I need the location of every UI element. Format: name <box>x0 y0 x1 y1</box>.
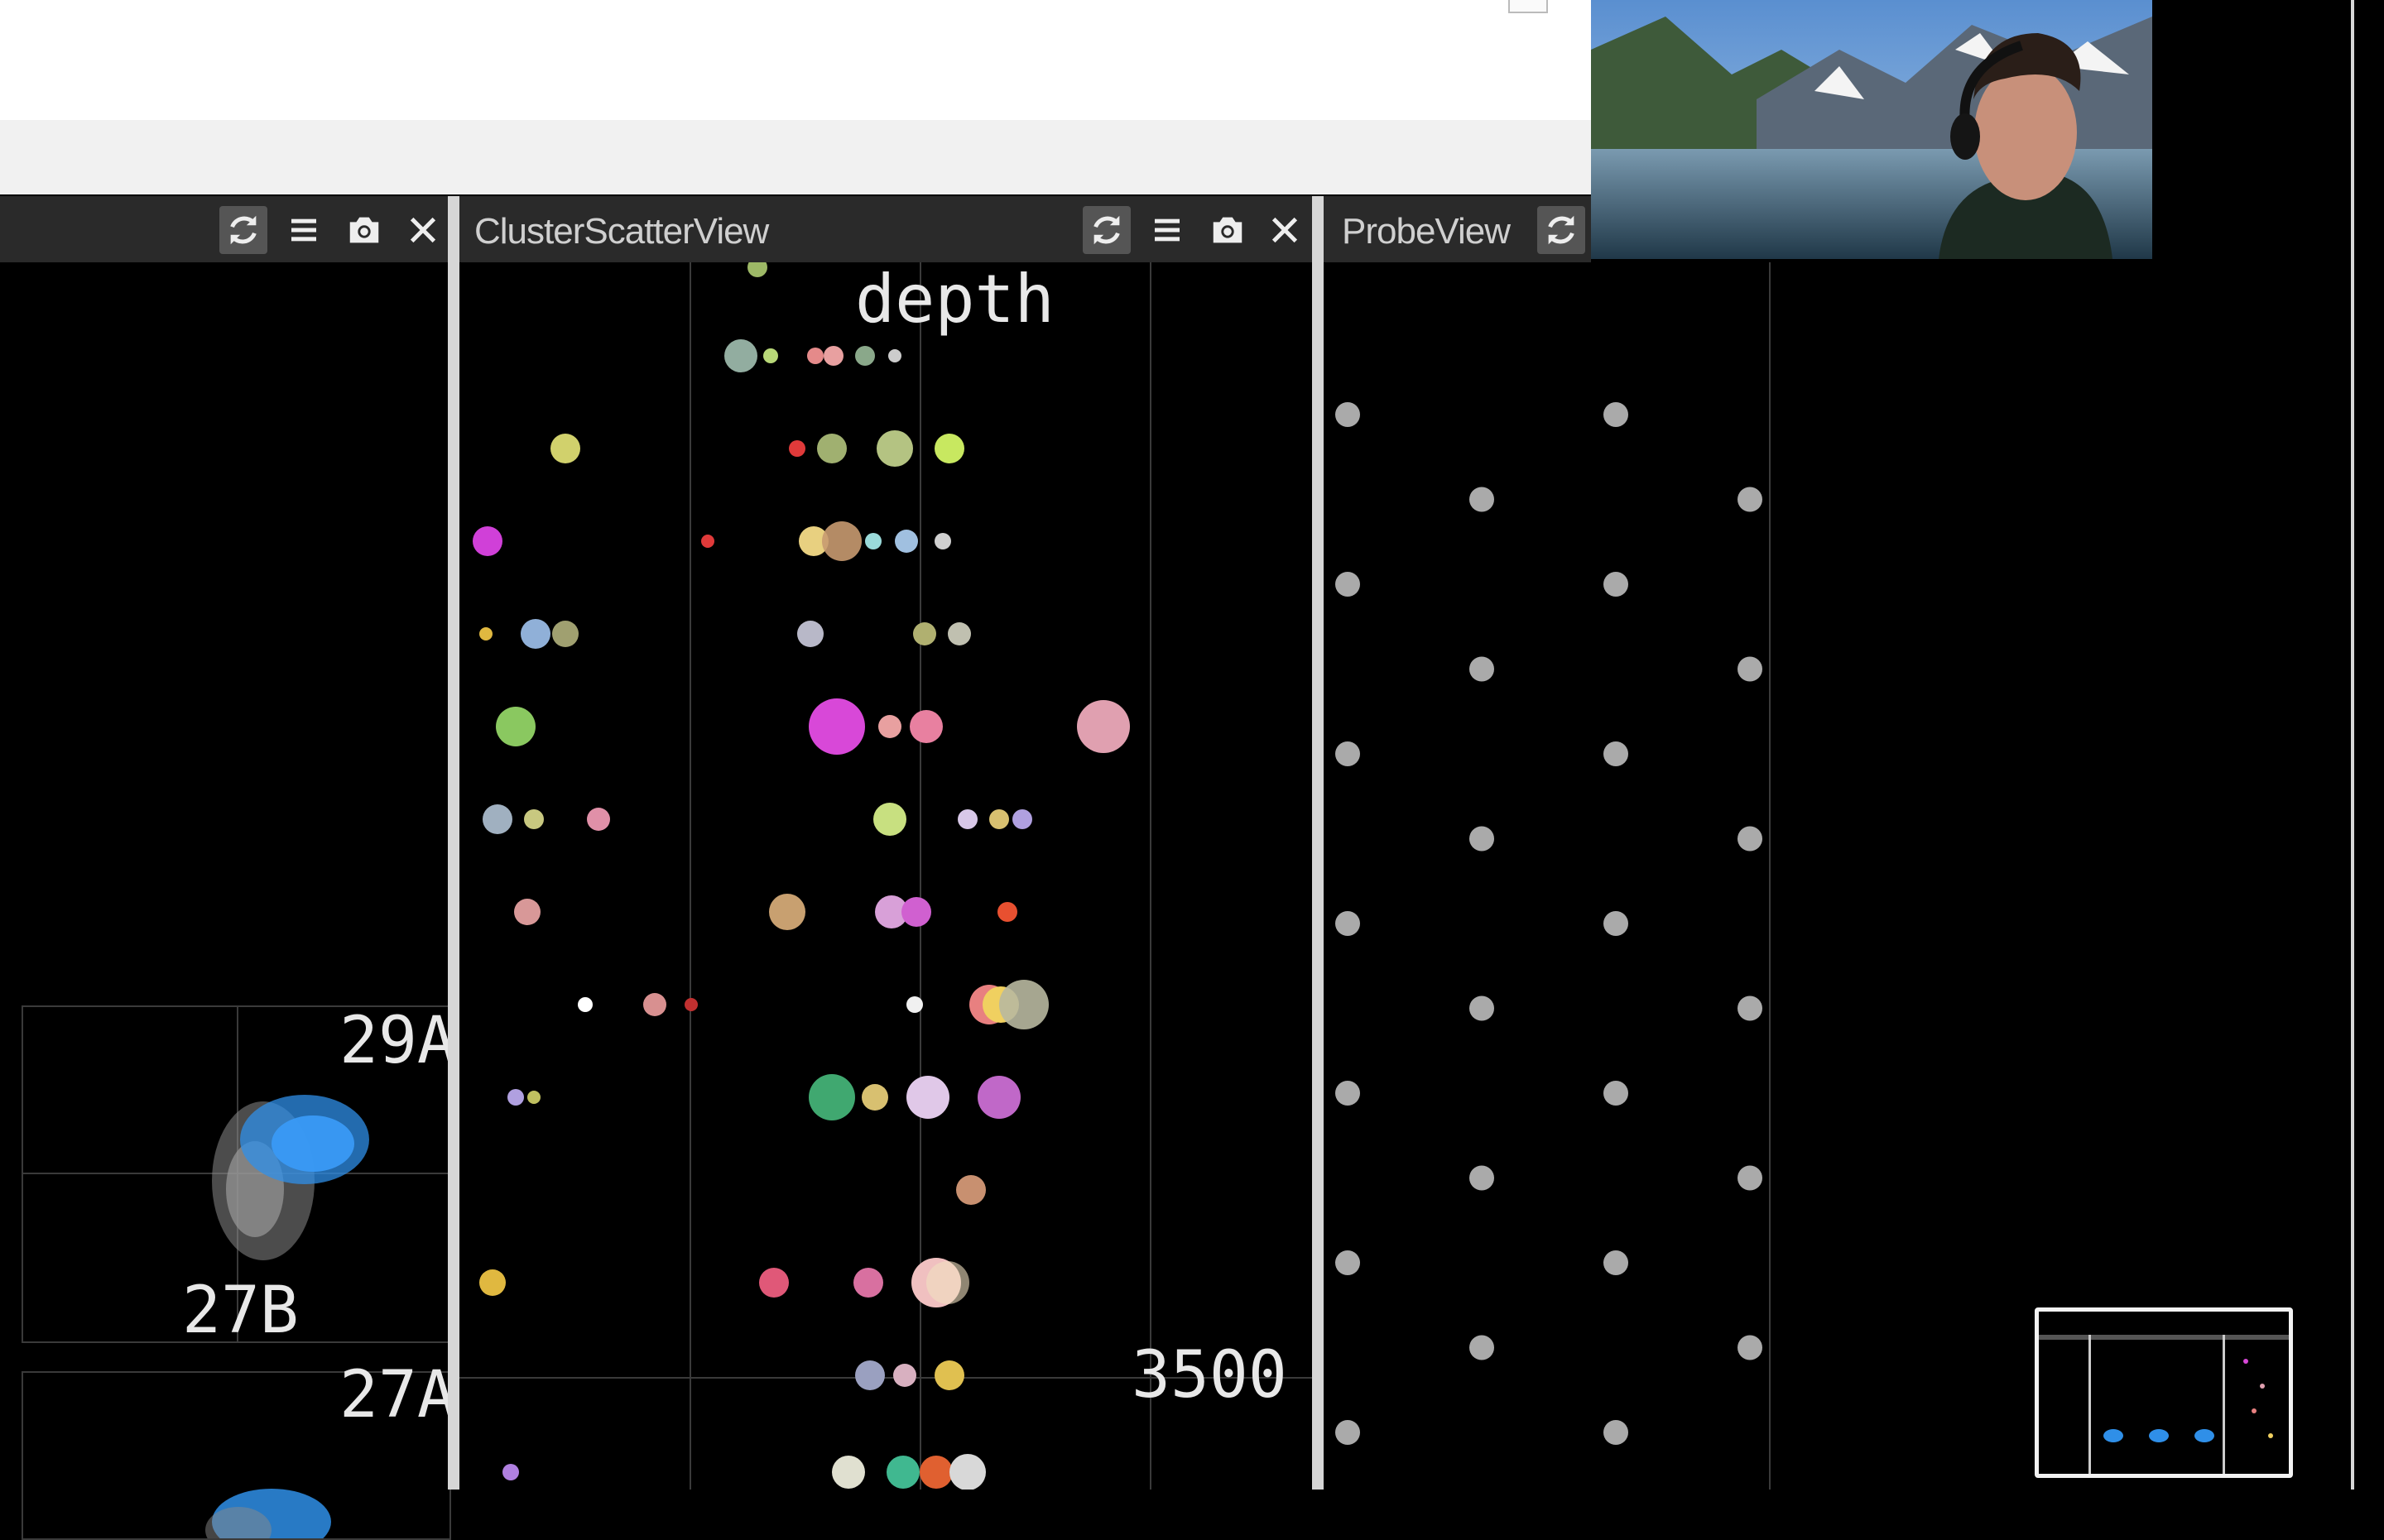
webcam-feed <box>1591 0 2152 259</box>
probe-site[interactable] <box>1335 1420 1360 1445</box>
cluster-dots <box>473 262 1130 1490</box>
probe-view-plot[interactable] <box>1324 262 1787 1490</box>
menu-icon[interactable] <box>1143 206 1191 254</box>
probe-site[interactable] <box>1469 656 1494 682</box>
probe-site[interactable] <box>1335 741 1360 766</box>
probe-site[interactable] <box>1603 741 1628 766</box>
panel-title: ClusterScatterView <box>474 211 769 252</box>
probe-site[interactable] <box>1738 487 1762 512</box>
feature-label-top: 29A <box>339 1004 456 1078</box>
refresh-icon[interactable] <box>219 206 267 254</box>
probe-site[interactable] <box>1603 572 1628 597</box>
feature-scatter-points <box>205 1489 331 1538</box>
probe-site[interactable] <box>1603 1420 1628 1445</box>
refresh-icon[interactable] <box>1083 206 1131 254</box>
probe-sites <box>1335 402 1762 1445</box>
probe-site[interactable] <box>1469 826 1494 852</box>
probe-site[interactable] <box>1469 1335 1494 1360</box>
probe-site[interactable] <box>1603 402 1628 427</box>
probe-site[interactable] <box>1738 656 1762 682</box>
camera-icon[interactable] <box>340 206 388 254</box>
feature-scatter-points <box>212 1095 369 1260</box>
feature-scatter-cell[interactable]: 27A <box>22 1358 456 1540</box>
browser-content-area <box>0 0 1591 120</box>
feature-label-top: 27A <box>339 1358 456 1432</box>
feature-label-bottom: 27B <box>182 1274 299 1348</box>
probe-site[interactable] <box>1738 1165 1762 1191</box>
probe-site[interactable] <box>1469 995 1494 1021</box>
panel-title: ProbeView <box>1342 211 1511 252</box>
screen-thumbnail[interactable] <box>2035 1307 2293 1478</box>
left-panel-header <box>0 196 448 262</box>
close-icon[interactable] <box>1261 206 1309 254</box>
probe-site[interactable] <box>1335 911 1360 936</box>
feature-scatter-cell[interactable]: 29A 27B <box>22 1004 456 1348</box>
probe-site[interactable] <box>1335 1081 1360 1106</box>
probe-site[interactable] <box>1738 995 1762 1021</box>
probe-site[interactable] <box>1603 1081 1628 1106</box>
screen-edge <box>2351 0 2354 1490</box>
camera-icon[interactable] <box>1204 206 1252 254</box>
depth-tick-label: 3500 <box>1132 1338 1287 1413</box>
probe-site[interactable] <box>1738 826 1762 852</box>
probe-site[interactable] <box>1469 487 1494 512</box>
panel-divider[interactable] <box>1312 196 1324 1490</box>
probe-site[interactable] <box>1469 1165 1494 1191</box>
window-control-button[interactable] <box>1508 0 1548 13</box>
probe-site[interactable] <box>1603 911 1628 936</box>
menu-icon[interactable] <box>280 206 328 254</box>
browser-bottom-strip <box>0 120 1591 194</box>
cluster-scatter-plot[interactable]: depth 3500 <box>459 261 1312 1490</box>
probe-site[interactable] <box>1335 1250 1360 1275</box>
probe-site[interactable] <box>1603 1250 1628 1275</box>
probe-site[interactable] <box>1335 572 1360 597</box>
axis-label-depth: depth <box>855 261 1055 338</box>
probe-view-header: ProbeView <box>1324 196 1591 262</box>
probe-site[interactable] <box>1335 402 1360 427</box>
refresh-icon[interactable] <box>1537 206 1585 254</box>
panel-divider[interactable] <box>448 196 459 1490</box>
feature-view-plot[interactable]: 29A 27B 27A <box>0 262 456 1540</box>
probe-site[interactable] <box>1738 1335 1762 1360</box>
close-icon[interactable] <box>399 206 447 254</box>
cluster-scatter-header: ClusterScatterView <box>459 196 1312 262</box>
